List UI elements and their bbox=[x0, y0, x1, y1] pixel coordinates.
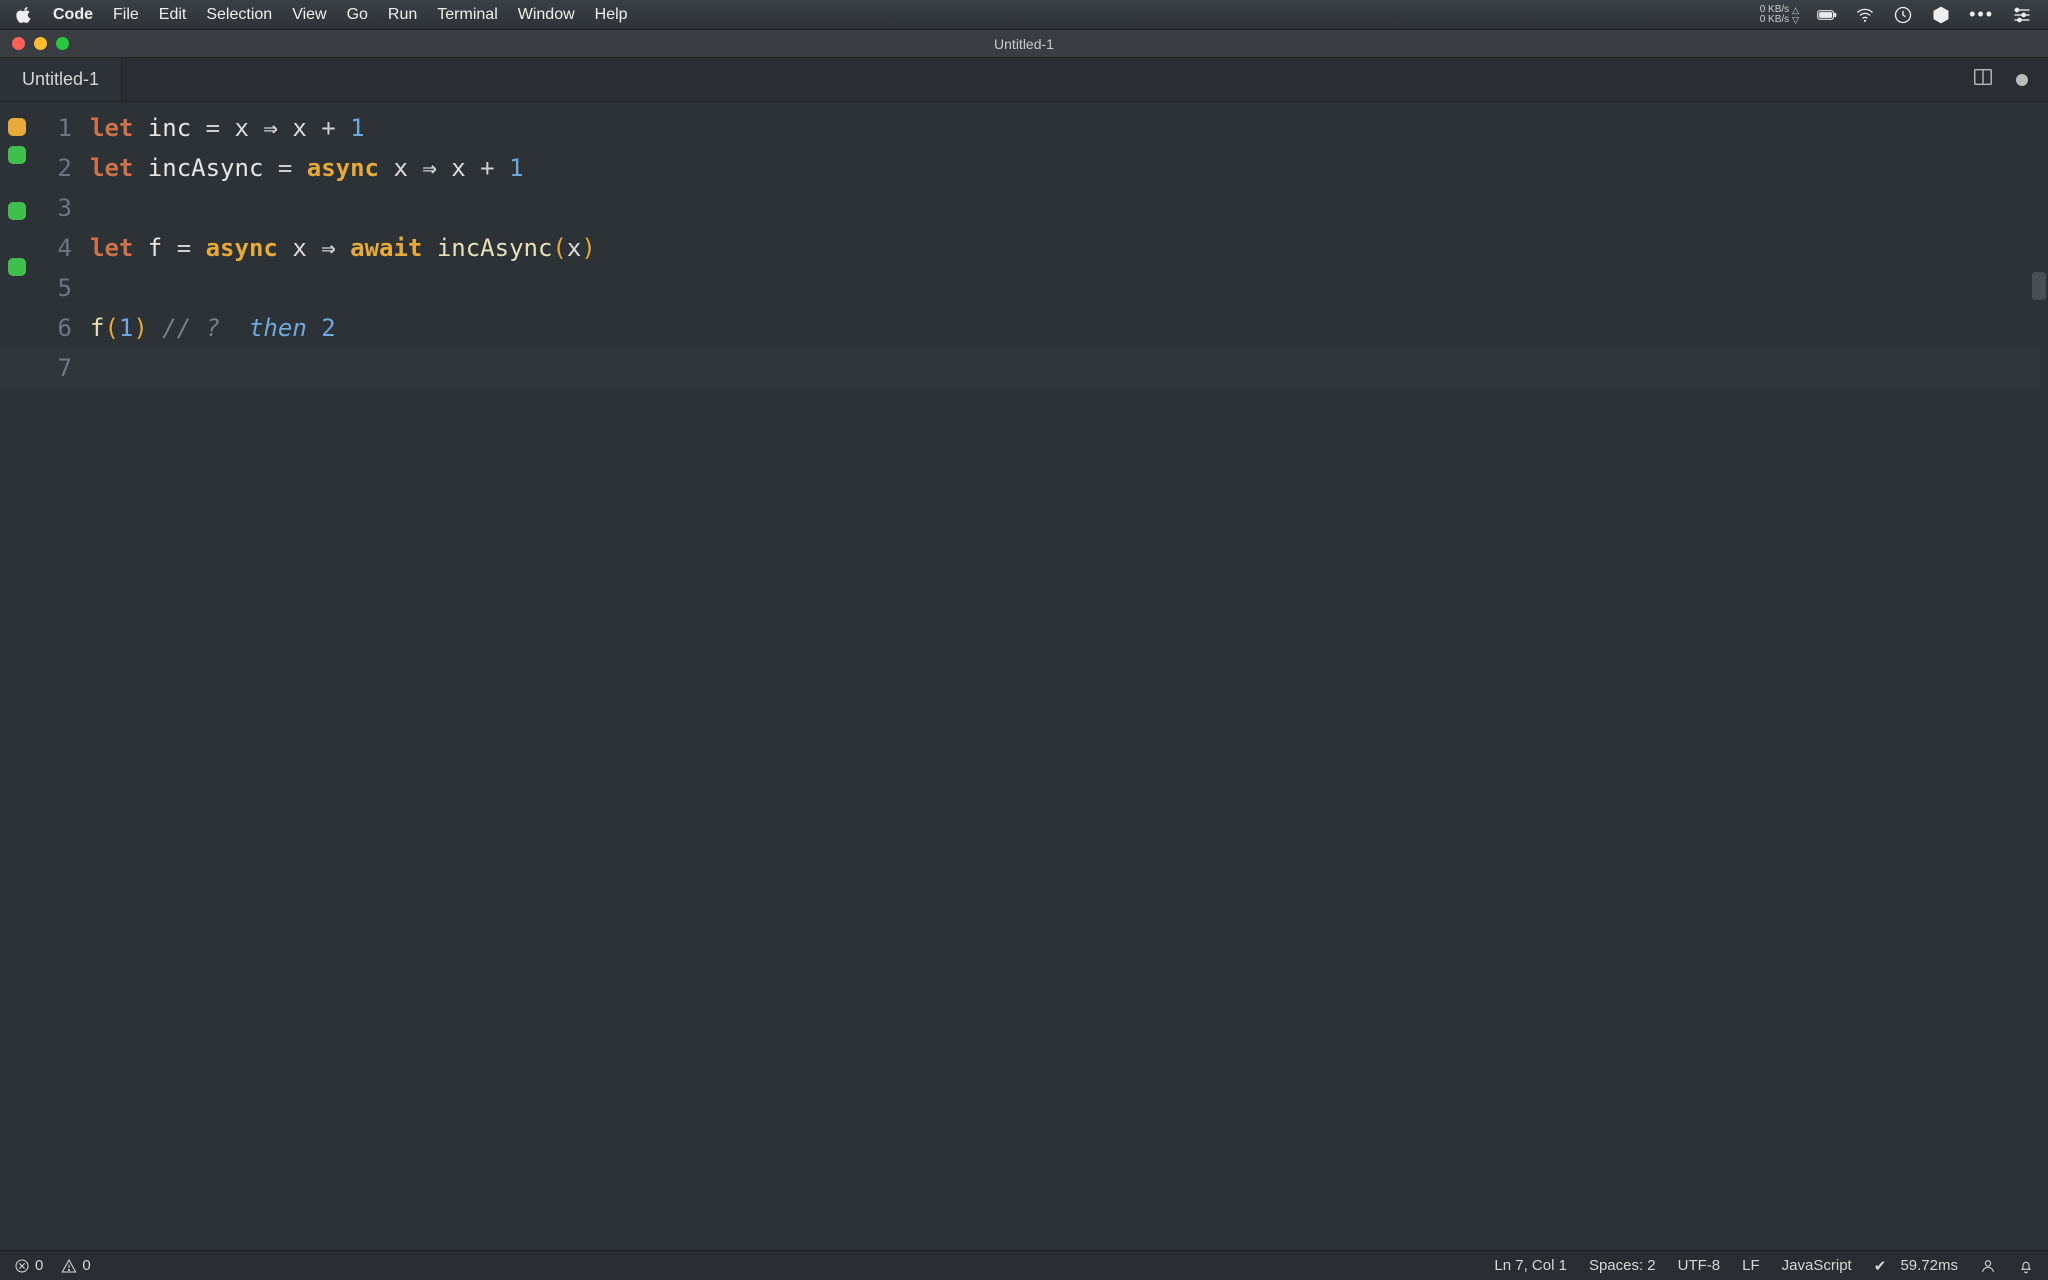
status-quokka-timing[interactable]: ✔ 59.72ms bbox=[1874, 1257, 1958, 1275]
gutter-marker bbox=[8, 146, 26, 164]
split-editor-icon[interactable] bbox=[1972, 66, 1994, 93]
line-number: 1 bbox=[34, 108, 72, 148]
clock-icon[interactable] bbox=[1893, 5, 1913, 25]
code-line[interactable]: let incAsync = async x ⇒ x + 1 bbox=[90, 148, 2030, 188]
gutter-marker bbox=[8, 118, 26, 136]
scrollbar-thumb[interactable] bbox=[2032, 272, 2046, 300]
window-titlebar[interactable]: Untitled-1 bbox=[0, 30, 2048, 58]
gutter-decorations bbox=[0, 102, 34, 1250]
menu-file[interactable]: File bbox=[113, 6, 139, 24]
menu-app[interactable]: Code bbox=[53, 6, 93, 24]
window-minimize-button[interactable] bbox=[34, 37, 47, 50]
menu-terminal[interactable]: Terminal bbox=[437, 6, 497, 24]
code-line[interactable]: let f = async x ⇒ await incAsync(x) bbox=[90, 228, 2030, 268]
status-warnings[interactable]: 0 bbox=[61, 1257, 90, 1274]
line-number: 2 bbox=[34, 148, 72, 188]
line-number: 5 bbox=[34, 268, 72, 308]
code-line[interactable]: f(1) // ? then 2 bbox=[90, 308, 2030, 348]
control-center-icon[interactable] bbox=[2012, 5, 2032, 25]
macos-menubar: Code File Edit Selection View Go Run Ter… bbox=[0, 0, 2048, 30]
line-number: 4 bbox=[34, 228, 72, 268]
line-number: 6 bbox=[34, 308, 72, 348]
status-indentation[interactable]: Spaces: 2 bbox=[1589, 1257, 1656, 1274]
code-content[interactable]: let inc = x ⇒ x + 1let incAsync = async … bbox=[90, 102, 2030, 1250]
status-warnings-count: 0 bbox=[82, 1257, 90, 1274]
status-bar: 0 0 Ln 7, Col 1 Spaces: 2 UTF-8 LF JavaS… bbox=[0, 1250, 2048, 1280]
menu-go[interactable]: Go bbox=[347, 6, 368, 24]
tab-label: Untitled-1 bbox=[22, 69, 99, 90]
traffic-lights bbox=[12, 37, 69, 50]
status-bell-icon[interactable] bbox=[2018, 1258, 2034, 1274]
gutter-marker bbox=[8, 286, 26, 304]
menu-selection[interactable]: Selection bbox=[206, 6, 272, 24]
status-encoding[interactable]: UTF-8 bbox=[1678, 1257, 1721, 1274]
line-number-gutter: 1234567 bbox=[34, 102, 90, 1250]
wifi-icon[interactable] bbox=[1855, 5, 1875, 25]
window-close-button[interactable] bbox=[12, 37, 25, 50]
menu-window[interactable]: Window bbox=[518, 6, 575, 24]
gutter-marker bbox=[8, 230, 26, 248]
status-ln-col[interactable]: Ln 7, Col 1 bbox=[1494, 1257, 1567, 1274]
status-eol[interactable]: LF bbox=[1742, 1257, 1760, 1274]
code-line[interactable] bbox=[90, 188, 2030, 228]
network-speed-indicator: 0 KB/s△ 0 KB/s▽ bbox=[1760, 5, 1799, 25]
editor-tab-bar: Untitled-1 bbox=[0, 58, 2048, 102]
menu-extra-cube-icon[interactable] bbox=[1931, 5, 1951, 25]
gutter-marker bbox=[8, 174, 26, 192]
battery-icon[interactable] bbox=[1817, 5, 1837, 25]
gutter-marker bbox=[8, 258, 26, 276]
editor-area[interactable]: 1234567 let inc = x ⇒ x + 1let incAsync … bbox=[0, 102, 2048, 1250]
apple-logo-icon[interactable] bbox=[16, 6, 33, 23]
code-line[interactable] bbox=[90, 268, 2030, 308]
menu-run[interactable]: Run bbox=[388, 6, 417, 24]
menu-view[interactable]: View bbox=[292, 6, 326, 24]
tab-untitled-1[interactable]: Untitled-1 bbox=[0, 58, 122, 101]
gutter-marker bbox=[8, 202, 26, 220]
menu-edit[interactable]: Edit bbox=[159, 6, 187, 24]
status-errors-count: 0 bbox=[35, 1257, 43, 1274]
status-account-icon[interactable] bbox=[1980, 1258, 1996, 1274]
line-number: 3 bbox=[34, 188, 72, 228]
menu-help[interactable]: Help bbox=[595, 6, 628, 24]
window-zoom-button[interactable] bbox=[56, 37, 69, 50]
window-title: Untitled-1 bbox=[994, 36, 1054, 52]
status-errors[interactable]: 0 bbox=[14, 1257, 43, 1274]
status-language[interactable]: JavaScript bbox=[1782, 1257, 1852, 1274]
menu-overflow-icon[interactable]: ••• bbox=[1969, 4, 1994, 25]
tab-dirty-indicator-icon[interactable] bbox=[2016, 74, 2028, 86]
code-line[interactable]: let inc = x ⇒ x + 1 bbox=[90, 108, 2030, 148]
